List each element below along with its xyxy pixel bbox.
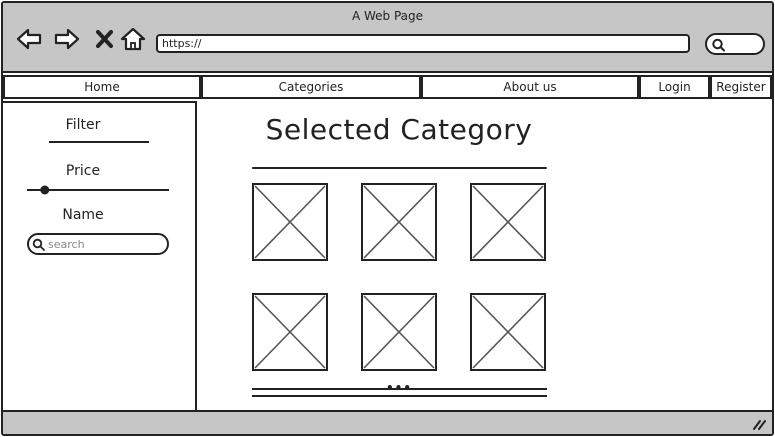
nav-tab-register[interactable]: Register bbox=[710, 75, 772, 99]
image-placeholder[interactable] bbox=[361, 293, 437, 371]
back-arrow-icon[interactable] bbox=[15, 25, 43, 53]
browser-window: A Web Page https:// Home Categories Abou… bbox=[1, 1, 774, 436]
pager-divider-bottom bbox=[252, 395, 547, 397]
nav-bar: Home Categories About us Login Register bbox=[3, 75, 772, 100]
nav-tab-home[interactable]: Home bbox=[3, 75, 201, 99]
browser-chrome: A Web Page https:// bbox=[3, 3, 772, 73]
price-heading: Price bbox=[65, 163, 101, 179]
image-placeholder[interactable] bbox=[470, 293, 546, 371]
nav-tab-login[interactable]: Login bbox=[639, 75, 710, 99]
window-title: A Web Page bbox=[351, 9, 424, 23]
filter-underline bbox=[49, 141, 149, 143]
nav-tab-about-us[interactable]: About us bbox=[421, 75, 639, 99]
search-icon bbox=[32, 238, 45, 251]
price-slider[interactable] bbox=[27, 183, 171, 197]
image-placeholder[interactable] bbox=[252, 293, 328, 371]
browser-search-field[interactable] bbox=[705, 33, 765, 55]
title-divider bbox=[252, 167, 547, 169]
page-title: Selected Category bbox=[265, 113, 533, 146]
search-icon bbox=[712, 38, 725, 52]
stop-icon[interactable] bbox=[91, 25, 119, 53]
filter-sidebar: Filter Price Name bbox=[3, 101, 197, 411]
home-icon[interactable] bbox=[119, 25, 147, 53]
name-heading: Name bbox=[62, 207, 104, 223]
nav-tab-categories[interactable]: Categories bbox=[201, 75, 421, 99]
name-search-input[interactable] bbox=[48, 236, 158, 252]
status-bar bbox=[3, 410, 772, 434]
resize-grip-icon[interactable] bbox=[752, 418, 766, 430]
name-search-field[interactable] bbox=[27, 233, 169, 255]
filter-heading: Filter bbox=[65, 117, 101, 133]
price-slider-handle[interactable] bbox=[40, 185, 50, 195]
image-placeholder[interactable] bbox=[470, 183, 546, 261]
forward-arrow-icon[interactable] bbox=[53, 25, 81, 53]
pager-dots[interactable]: ••• bbox=[383, 382, 415, 394]
url-bar[interactable]: https:// bbox=[156, 34, 690, 53]
image-placeholder[interactable] bbox=[361, 183, 437, 261]
image-placeholder[interactable] bbox=[252, 183, 328, 261]
